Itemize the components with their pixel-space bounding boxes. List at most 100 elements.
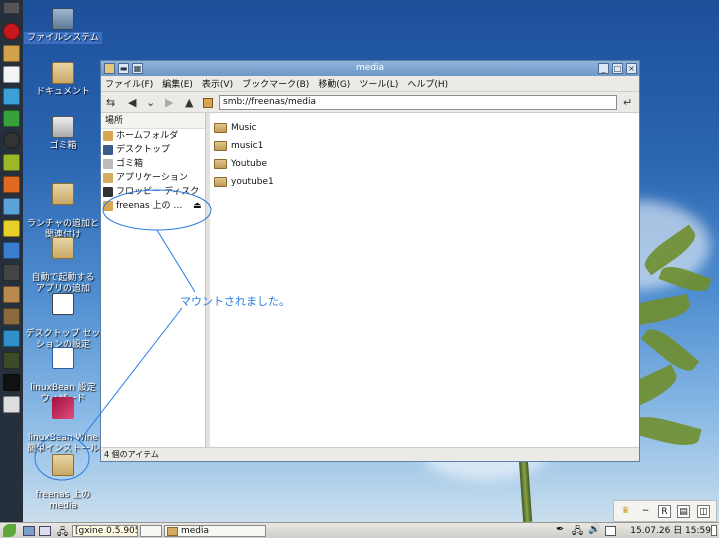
desktop-icon-filesystem[interactable]: ファイルシステム [21, 8, 105, 44]
sidebar-item-label: デスクトップ [116, 145, 171, 155]
network-folder-icon [103, 201, 113, 211]
sidebar-item-floppy[interactable]: フロッピー ディスク [101, 185, 205, 199]
opera-icon[interactable] [3, 23, 20, 40]
network-monitor-icon[interactable]: 🖧 [57, 525, 68, 538]
desktop-icon-trash[interactable]: ゴミ箱 [21, 116, 105, 152]
clock[interactable]: 15.07.26 日 15:59 [630, 525, 711, 537]
disc-icon[interactable] [3, 132, 20, 149]
r-button-icon[interactable]: R [658, 505, 671, 518]
applications-icon [103, 173, 113, 183]
task-blank[interactable] [140, 525, 162, 537]
menu-help[interactable]: ヘルプ(H) [407, 77, 448, 90]
folder-icon [167, 527, 178, 536]
desktop-icon-label: ドキュメント [35, 87, 90, 97]
toggle-icon[interactable]: ◫ [697, 505, 710, 518]
folder-icon [52, 183, 74, 205]
window-list-icon[interactable] [605, 526, 616, 536]
back-icon[interactable]: ◀ [128, 96, 136, 109]
sidebar-item-trash[interactable]: ゴミ箱 [101, 157, 205, 171]
sidebar-item-label: ホームフォルダ [116, 131, 179, 141]
monitor-icon[interactable] [3, 352, 20, 369]
folder-name: Music [231, 123, 257, 133]
archive-icon[interactable] [3, 286, 20, 303]
forward-icon[interactable]: ▶ [165, 96, 173, 109]
menu-bookmarks[interactable]: ブックマーク(B) [242, 77, 309, 90]
text-editor-icon[interactable] [3, 66, 20, 83]
sidebar-item-home[interactable]: ホームフォルダ [101, 129, 205, 143]
new-tab-icon[interactable]: ⇆ [106, 96, 115, 109]
home-folder-icon [103, 131, 113, 141]
pen-icon[interactable]: ✒ [556, 524, 564, 535]
task-label: media [181, 526, 210, 536]
network-status-icon[interactable]: 🖧 [572, 524, 583, 538]
minus-icon[interactable]: − [639, 505, 652, 518]
folder-icon [214, 159, 227, 169]
up-icon[interactable]: ▲ [185, 96, 193, 109]
status-bar: 4 個のアイテム [101, 447, 639, 461]
menu-edit[interactable]: 編集(E) [162, 77, 193, 90]
crown-icon[interactable]: ♛ [619, 505, 632, 518]
file-list: Music music1 Youtube youtube1 [210, 113, 639, 447]
home-icon[interactable] [203, 98, 213, 108]
desktop-icon-documents[interactable]: ドキュメント [21, 62, 105, 98]
taskbar: 🖧 [gxine 0.5.905] media ✒ 🖧 🔊 15.07.26 日… [0, 522, 719, 538]
titlebar[interactable]: ▬ ▦ media _ □ × [101, 61, 639, 76]
tray-widget: ♛ − R ▤ ◫ [613, 500, 717, 522]
sidebar-item-label: freenas 上の … [116, 201, 183, 211]
trash-icon[interactable] [3, 396, 20, 413]
sidebar-item-applications[interactable]: アプリケーション [101, 171, 205, 185]
green-app-icon[interactable] [3, 110, 20, 127]
minimize-icon[interactable]: _ [598, 63, 609, 74]
panel-handle-icon[interactable] [3, 2, 20, 14]
folder-icon [214, 123, 227, 133]
desktop-icon-freenas-media[interactable]: freenas 上の media [21, 443, 105, 512]
menu-file[interactable]: ファイル(F) [105, 77, 153, 90]
folder-icon [214, 141, 227, 151]
gear-icon[interactable] [3, 264, 20, 281]
chat-icon[interactable] [3, 330, 20, 347]
toolbar: ⇆ ◀ ⌄ ▶ ▲ smb://freenas/media ↵ [101, 92, 639, 113]
sidebar-item-label: ゴミ箱 [116, 159, 144, 169]
package-icon[interactable] [3, 308, 20, 325]
sidebar-item-freenas[interactable]: freenas 上の … ⏏ [101, 199, 205, 213]
paint-icon[interactable] [3, 176, 20, 193]
trash-icon [52, 116, 74, 138]
menu-leaf-icon[interactable] [3, 524, 16, 537]
show-desktop-icon[interactable] [23, 526, 35, 536]
wireless-icon[interactable] [3, 242, 20, 259]
folder-name: music1 [231, 141, 264, 151]
terminal-icon[interactable] [3, 374, 20, 391]
workspace-icon[interactable] [39, 526, 51, 536]
places-sidebar: 場所 ホームフォルダ デスクトップ ゴミ箱 アプリケーション フロッピー ディス… [101, 113, 206, 447]
notes-icon[interactable] [711, 525, 717, 536]
menu-go[interactable]: 移動(G) [318, 77, 350, 90]
task-gxine[interactable]: [gxine 0.5.905] [72, 525, 138, 537]
folder-item-youtube[interactable]: Youtube [214, 155, 639, 173]
image-viewer-icon[interactable] [3, 198, 20, 215]
volume-icon[interactable]: 🔊 [588, 524, 600, 535]
folder-item-youtube1[interactable]: youtube1 [214, 173, 639, 191]
folder-item-music[interactable]: Music [214, 119, 639, 137]
arrow-icon[interactable] [3, 220, 20, 237]
history-dropdown-icon[interactable]: ⌄ [146, 96, 155, 109]
folder-name: Youtube [231, 159, 267, 169]
sidebar-item-desktop[interactable]: デスクトップ [101, 143, 205, 157]
go-icon[interactable]: ↵ [623, 96, 632, 109]
network-icon[interactable] [3, 88, 20, 105]
file-manager-window: ▬ ▦ media _ □ × ファイル(F) 編集(E) 表示(V) ブックマ… [100, 60, 640, 462]
path-input[interactable]: smb://freenas/media [219, 95, 617, 110]
maximize-icon[interactable]: □ [612, 63, 623, 74]
document-icon [52, 293, 74, 315]
folder-name: youtube1 [231, 177, 274, 187]
menu-view[interactable]: 表示(V) [202, 77, 233, 90]
folder-item-music1[interactable]: music1 [214, 137, 639, 155]
eject-icon[interactable]: ⏏ [193, 199, 202, 213]
keyboard-icon[interactable]: ▤ [677, 505, 690, 518]
palette-icon[interactable] [3, 154, 20, 171]
calendar-icon[interactable] [3, 45, 20, 62]
close-icon[interactable]: × [626, 63, 637, 74]
task-media[interactable]: media [164, 525, 266, 537]
menu-tools[interactable]: ツール(L) [359, 77, 398, 90]
folder-icon [214, 177, 227, 187]
launcher-panel [0, 0, 23, 522]
